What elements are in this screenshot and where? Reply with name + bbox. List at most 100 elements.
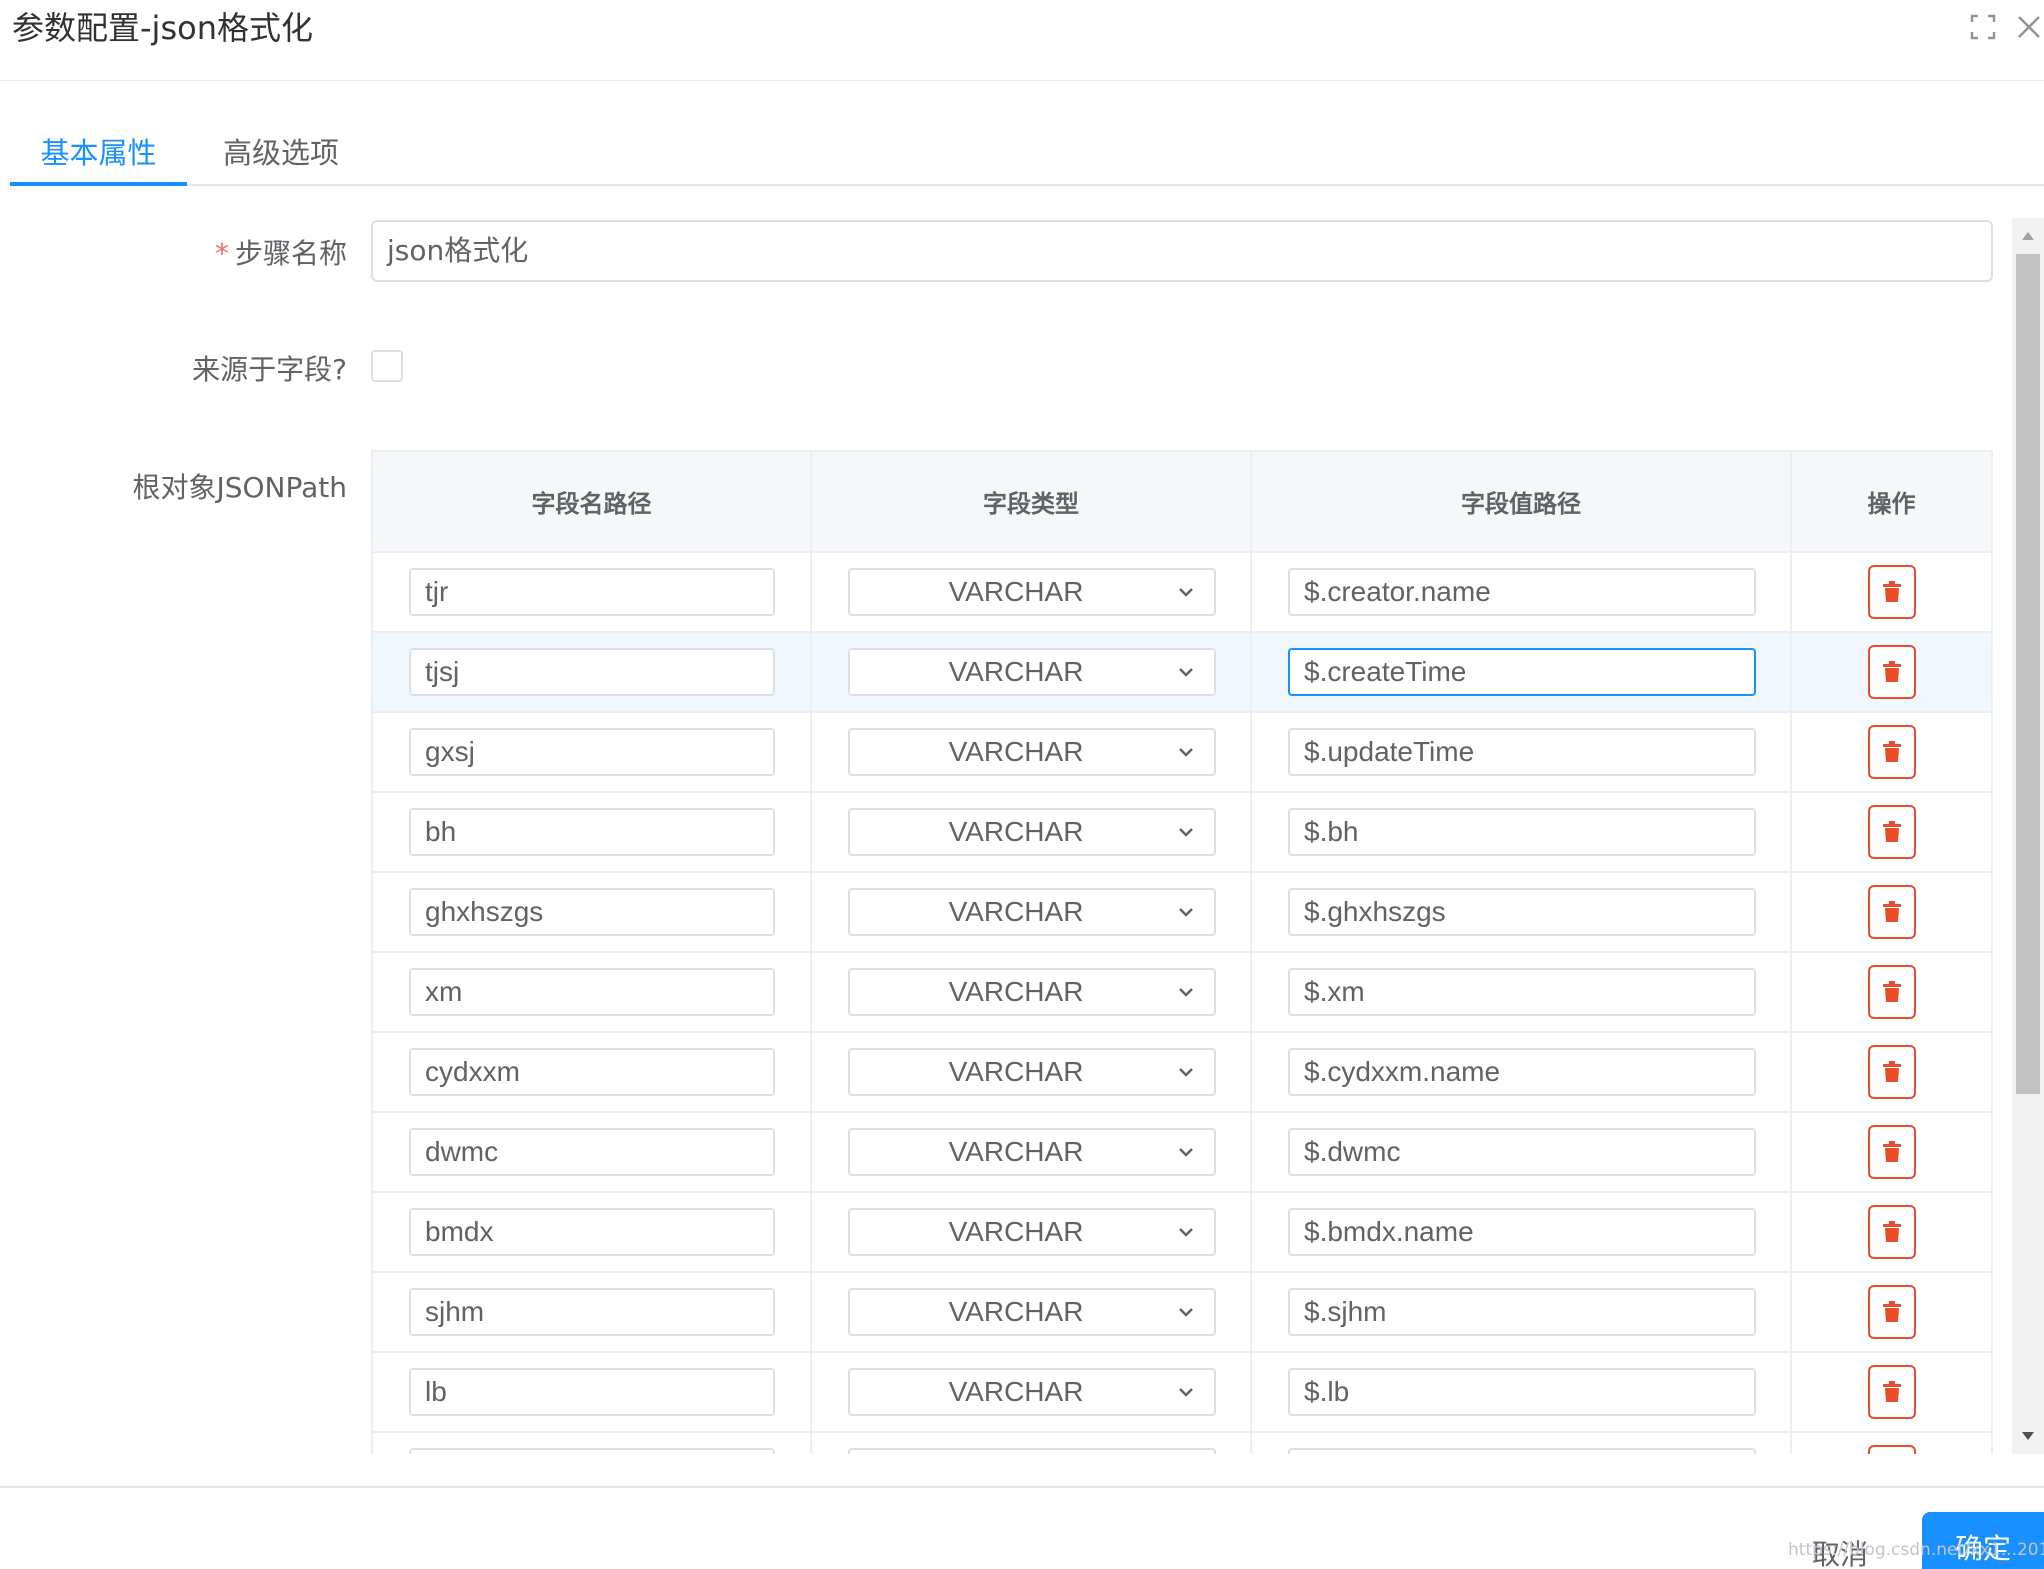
field-type-value: VARCHAR — [948, 1216, 1084, 1247]
field-value-path-input[interactable]: $.ghxhszgs — [1288, 888, 1756, 936]
field-name-input[interactable]: tjr — [409, 568, 775, 616]
table-row: bh VARCHAR $.bh — [373, 792, 1991, 873]
chevron-down-icon — [1179, 1228, 1193, 1237]
field-value-path-input[interactable]: $.sjhm — [1288, 1288, 1756, 1336]
step-name-label: * 步骤名称 — [214, 237, 347, 270]
field-type-select[interactable] — [848, 1448, 1216, 1454]
field-type-value: VARCHAR — [948, 1296, 1084, 1327]
header-field-name-path: 字段名路径 — [373, 452, 812, 553]
delete-row-button[interactable] — [1867, 1205, 1916, 1259]
table-row: tjsj VARCHAR $.createTime — [373, 632, 1991, 713]
field-type-value: VARCHAR — [948, 736, 1084, 767]
trash-icon — [1882, 981, 1901, 1002]
table-row: sjhm VARCHAR $.sjhm — [373, 1272, 1991, 1353]
trash-icon — [1882, 741, 1901, 762]
field-type-value: VARCHAR — [948, 656, 1084, 687]
field-value-path-input[interactable]: $.updateTime — [1288, 728, 1756, 776]
tab-basic-properties[interactable]: 基本属性 — [10, 120, 187, 186]
field-value-path-input[interactable]: $.bh — [1288, 808, 1756, 856]
field-value-path-input[interactable]: $.bmdx.name — [1288, 1208, 1756, 1256]
delete-row-button[interactable] — [1867, 725, 1916, 779]
field-type-select[interactable]: VARCHAR — [848, 968, 1216, 1016]
active-tab-indicator — [10, 182, 187, 186]
field-type-select[interactable]: VARCHAR — [848, 808, 1216, 856]
scroll-down-arrow-icon[interactable] — [2012, 1418, 2044, 1454]
from-field-checkbox[interactable] — [371, 350, 403, 382]
dialog-header: 参数配置-json格式化 — [0, 0, 2044, 81]
delete-row-button[interactable] — [1867, 805, 1916, 859]
scrollbar-thumb[interactable] — [2016, 254, 2040, 1094]
field-type-value: VARCHAR — [948, 1136, 1084, 1167]
field-name-input[interactable]: bh — [409, 808, 775, 856]
delete-row-button[interactable] — [1867, 645, 1916, 699]
field-name-input[interactable]: gxsj — [409, 728, 775, 776]
field-type-select[interactable]: VARCHAR — [848, 648, 1216, 696]
field-type-value: VARCHAR — [948, 976, 1084, 1007]
fullscreen-icon[interactable] — [1966, 10, 2000, 44]
field-type-select[interactable]: VARCHAR — [848, 1208, 1216, 1256]
field-name-input[interactable] — [409, 1448, 775, 1454]
field-name-input[interactable]: sjhm — [409, 1288, 775, 1336]
field-name-input[interactable]: bmdx — [409, 1208, 775, 1256]
field-name-input[interactable]: lb — [409, 1368, 775, 1416]
field-value-path-input[interactable]: $.cydxxm.name — [1288, 1048, 1756, 1096]
delete-row-button[interactable] — [1867, 1045, 1916, 1099]
header-field-type: 字段类型 — [811, 452, 1252, 553]
field-type-select[interactable]: VARCHAR — [848, 1128, 1216, 1176]
chevron-down-icon — [1179, 1148, 1193, 1157]
field-type-select[interactable]: VARCHAR — [848, 1288, 1216, 1336]
scroll-up-arrow-icon[interactable] — [2012, 218, 2044, 254]
step-name-input[interactable]: json格式化 — [371, 220, 1993, 282]
field-value-path-input[interactable]: $.lb — [1288, 1368, 1756, 1416]
field-name-input[interactable]: cydxxm — [409, 1048, 775, 1096]
table-row — [373, 1432, 1991, 1454]
table-row: cydxxm VARCHAR $.cydxxm.name — [373, 1032, 1991, 1113]
chevron-down-icon — [1179, 1068, 1193, 1077]
field-type-value: VARCHAR — [948, 576, 1084, 607]
field-value-path-input[interactable] — [1288, 1448, 1756, 1454]
delete-row-button[interactable] — [1867, 1285, 1916, 1339]
chevron-down-icon — [1179, 748, 1193, 757]
table-row: xm VARCHAR $.xm — [373, 952, 1991, 1033]
field-type-value: VARCHAR — [948, 1056, 1084, 1087]
vertical-scrollbar[interactable] — [2012, 218, 2044, 1454]
delete-row-button[interactable] — [1867, 965, 1916, 1019]
field-value-path-input[interactable]: $.creator.name — [1288, 568, 1756, 616]
header-field-value-path: 字段值路径 — [1251, 452, 1792, 553]
trash-icon — [1882, 1221, 1901, 1242]
field-name-input[interactable]: ghxhszgs — [409, 888, 775, 936]
field-name-input[interactable]: dwmc — [409, 1128, 775, 1176]
field-type-select[interactable]: VARCHAR — [848, 568, 1216, 616]
delete-row-button[interactable] — [1867, 1125, 1916, 1179]
field-type-select[interactable]: VARCHAR — [848, 1368, 1216, 1416]
dialog-title: 参数配置-json格式化 — [12, 9, 313, 47]
field-value-path-input[interactable]: $.xm — [1288, 968, 1756, 1016]
field-value-path-input[interactable]: $.createTime — [1288, 648, 1756, 696]
field-table: 字段名路径 字段类型 字段值路径 操作 tjr VARCHAR $.creator.… — [371, 450, 1993, 1454]
field-name-input[interactable]: xm — [409, 968, 775, 1016]
trash-icon — [1882, 1141, 1901, 1162]
field-type-select[interactable]: VARCHAR — [848, 728, 1216, 776]
field-type-select[interactable]: VARCHAR — [848, 1048, 1216, 1096]
trash-icon — [1882, 1301, 1901, 1322]
delete-row-button[interactable] — [1867, 1365, 1916, 1419]
table-row: ghxhszgs VARCHAR $.ghxhszgs — [373, 872, 1991, 953]
trash-icon — [1882, 581, 1901, 602]
tab-advanced-options[interactable]: 高级选项 — [223, 120, 339, 186]
trash-icon — [1882, 901, 1901, 922]
trash-icon — [1882, 661, 1901, 682]
table-row: gxsj VARCHAR $.updateTime — [373, 712, 1991, 793]
delete-row-button[interactable] — [1867, 885, 1916, 939]
field-type-select[interactable]: VARCHAR — [848, 888, 1216, 936]
trash-icon — [1882, 821, 1901, 842]
field-name-input[interactable]: tjsj — [409, 648, 775, 696]
table-row: tjr VARCHAR $.creator.name — [373, 552, 1991, 633]
delete-row-button[interactable] — [1867, 565, 1916, 619]
field-type-value: VARCHAR — [948, 896, 1084, 927]
from-field-label: 来源于字段? — [192, 353, 347, 386]
close-icon[interactable] — [2012, 10, 2044, 44]
chevron-down-icon — [1179, 988, 1193, 997]
field-value-path-input[interactable]: $.dwmc — [1288, 1128, 1756, 1176]
form-body: * 步骤名称 json格式化 来源于字段? 根对象JSONPath 字段名路径 字… — [0, 188, 2044, 1454]
delete-row-button[interactable] — [1867, 1445, 1916, 1454]
